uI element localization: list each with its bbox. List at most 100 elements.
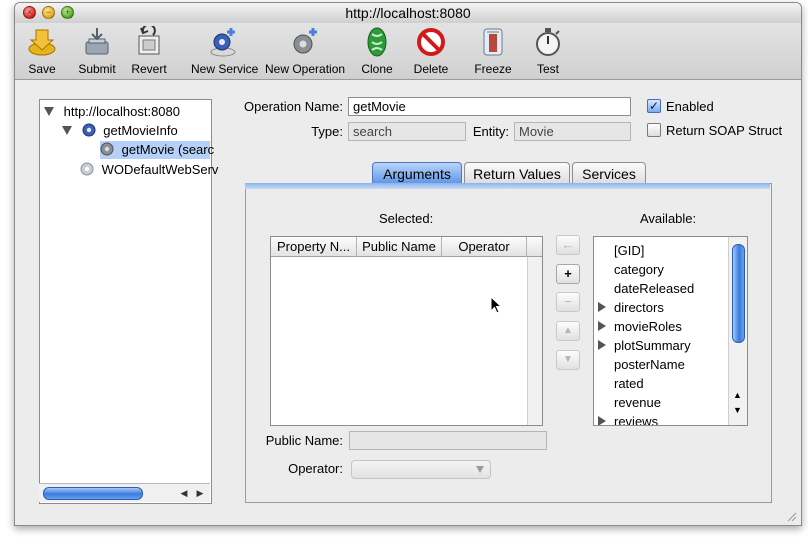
available-item-label: category — [614, 262, 664, 277]
tree-service2-label: WODefaultWebServ — [101, 162, 219, 177]
scroll-thumb[interactable] — [732, 244, 745, 343]
submit-icon — [85, 28, 109, 55]
service-tree[interactable]: http://localhost:8080 getMovieInfo getMo… — [39, 99, 218, 504]
available-item[interactable]: reviews — [598, 412, 659, 426]
resize-grip-icon[interactable] — [785, 510, 797, 522]
available-vertical-scrollbar[interactable]: ▲ ▼ — [728, 237, 747, 425]
freeze-icon — [483, 28, 503, 56]
available-item-label: rated — [614, 376, 644, 391]
entity-label: Entity: — [472, 124, 509, 139]
tab-accent-bar — [245, 183, 770, 189]
arrow-down-icon: ▼ — [733, 405, 742, 415]
new-service-icon — [210, 28, 236, 57]
arrow-up-icon: ▲ — [563, 325, 573, 336]
tree-item-root[interactable]: http://localhost:8080 — [44, 103, 180, 121]
disclosure-closed-icon[interactable] — [598, 340, 607, 350]
new-operation-button[interactable]: New Operation — [265, 26, 345, 76]
available-item[interactable]: dateReleased — [614, 279, 694, 298]
arrow-down-icon: ▼ — [563, 354, 573, 365]
move-back-button[interactable]: ← — [556, 235, 580, 255]
service-gear-icon — [80, 162, 94, 176]
return-soap-struct-checkbox[interactable] — [647, 123, 661, 137]
selected-arguments-table[interactable]: Property N... Public Name Operator — [270, 236, 543, 426]
scroll-right-button[interactable]: ▶ — [193, 486, 207, 500]
app-window: × − + http://localhost:8080 Save Submit … — [14, 2, 802, 526]
available-item-label: revenue — [614, 395, 661, 410]
public-name-field[interactable] — [349, 431, 547, 450]
operator-popup[interactable] — [351, 460, 491, 479]
submit-button[interactable]: Submit — [75, 26, 119, 76]
available-attributes-list[interactable]: [GID] category dateReleased directors movieR… — [593, 236, 748, 426]
new-service-button[interactable]: New Service — [191, 26, 259, 76]
operation-name-field[interactable]: getMovie — [348, 97, 631, 116]
scroll-left-button[interactable]: ◀ — [177, 486, 191, 500]
move-up-button[interactable]: ▲ — [556, 321, 580, 341]
return-soap-struct-label: Return SOAP Struct — [666, 123, 783, 138]
tab-services[interactable]: Services — [572, 162, 646, 184]
tree-horizontal-scrollbar[interactable]: ◀ ▶ — [39, 483, 210, 502]
available-item[interactable]: directors — [598, 298, 664, 317]
enabled-label: Enabled — [666, 99, 714, 114]
arrow-right-icon: ▶ — [196, 488, 204, 498]
available-item-label: reviews — [614, 414, 659, 426]
available-item-label: plotSummary — [614, 338, 691, 353]
scroll-up-button[interactable]: ▲ — [733, 390, 742, 400]
disclosure-closed-icon[interactable] — [598, 302, 607, 312]
mouse-cursor-icon — [490, 296, 502, 314]
tree-operation-label: getMovie (searc — [121, 142, 215, 157]
disclosure-open-icon[interactable] — [62, 125, 73, 136]
delete-button[interactable]: Delete — [411, 26, 451, 76]
freeze-button[interactable]: Freeze — [473, 26, 513, 76]
revert-button[interactable]: Revert — [129, 26, 169, 76]
available-item-label: posterName — [614, 357, 685, 372]
tree-item-service[interactable]: getMovieInfo — [62, 122, 178, 140]
available-item[interactable]: posterName — [614, 355, 685, 374]
available-item[interactable]: plotSummary — [598, 336, 691, 355]
test-button[interactable]: Test — [531, 26, 565, 76]
available-item[interactable]: revenue — [614, 393, 661, 412]
tree-item-operation[interactable]: getMovie (searc — [100, 141, 214, 159]
save-icon — [28, 29, 56, 56]
scroll-thumb[interactable] — [43, 487, 143, 500]
type-field: search — [348, 122, 466, 141]
available-item[interactable]: category — [614, 260, 664, 279]
type-label: Type: — [311, 124, 343, 139]
disclosure-closed-icon[interactable] — [598, 416, 607, 426]
delete-label: Delete — [413, 62, 449, 76]
tab-arguments[interactable]: Arguments — [372, 162, 462, 184]
available-item[interactable]: [GID] — [614, 241, 644, 260]
revert-icon — [138, 26, 160, 55]
service-gear-icon — [82, 123, 96, 137]
tree-item-service-2[interactable]: WODefaultWebServ — [80, 161, 218, 179]
available-item-label: directors — [614, 300, 664, 315]
new-service-label: New Service — [191, 62, 259, 76]
save-label: Save — [28, 62, 56, 76]
available-item-label: movieRoles — [614, 319, 682, 334]
submit-label: Submit — [78, 62, 116, 76]
title-bar[interactable]: × − + http://localhost:8080 — [15, 3, 801, 23]
add-argument-button[interactable]: + — [556, 264, 580, 284]
selected-label: Selected: — [379, 211, 434, 226]
disclosure-open-icon[interactable] — [44, 106, 55, 117]
arrow-left-icon: ◀ — [180, 488, 188, 498]
column-header-property[interactable]: Property N... — [271, 237, 357, 257]
column-header-operator[interactable]: Operator — [442, 237, 527, 257]
tab-return-values[interactable]: Return Values — [464, 162, 570, 184]
clone-button[interactable]: Clone — [359, 26, 395, 76]
test-icon — [536, 28, 560, 56]
column-header-public-name[interactable]: Public Name — [357, 237, 442, 257]
arrow-up-icon: ▲ — [733, 390, 742, 400]
table-vertical-scrollbar[interactable] — [527, 257, 542, 425]
save-button[interactable]: Save — [23, 26, 61, 76]
clone-label: Clone — [361, 62, 393, 76]
public-name-label: Public Name: — [265, 433, 343, 448]
move-down-button[interactable]: ▼ — [556, 350, 580, 370]
available-item[interactable]: rated — [614, 374, 644, 393]
disclosure-closed-icon[interactable] — [598, 321, 607, 331]
toolbar: Save Submit Revert New Service New Opera… — [15, 23, 801, 80]
enabled-checkbox[interactable]: ✓ — [647, 99, 661, 113]
scroll-down-button[interactable]: ▼ — [733, 405, 742, 415]
remove-argument-button[interactable]: − — [556, 292, 580, 312]
column-header-corner — [527, 237, 542, 257]
available-item[interactable]: movieRoles — [598, 317, 682, 336]
